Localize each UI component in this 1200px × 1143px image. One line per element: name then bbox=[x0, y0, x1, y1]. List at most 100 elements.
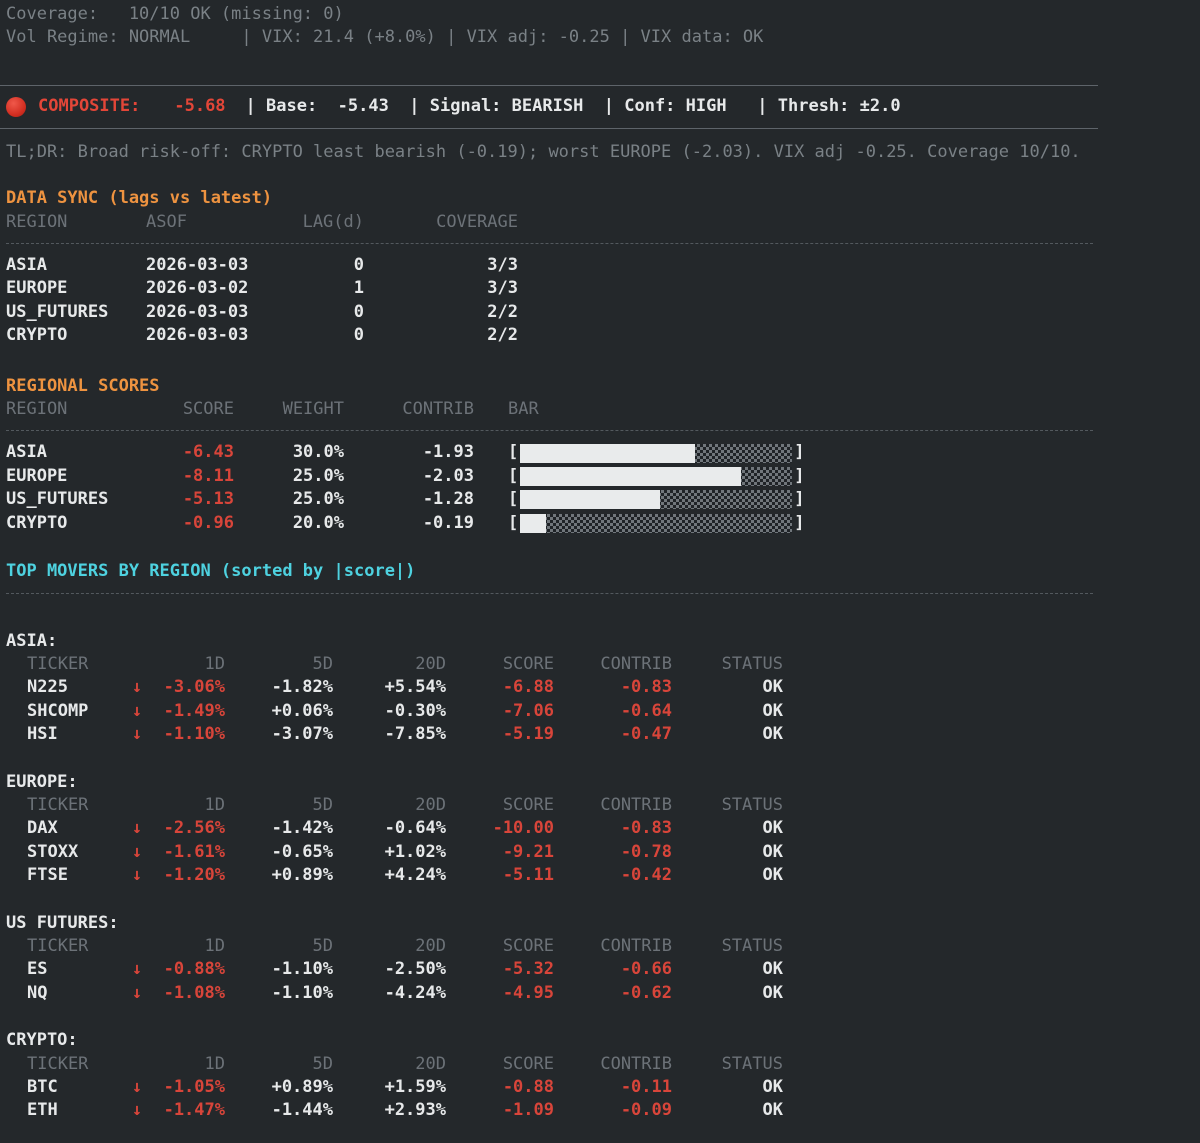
status-cell: OK bbox=[762, 982, 783, 1003]
d1-cell: -1.10% bbox=[163, 724, 225, 745]
asof-cell: 2026-03-02 bbox=[146, 278, 249, 299]
top-movers-section: TOP MOVERS BY REGION (sorted by |score|)… bbox=[0, 560, 1200, 1123]
col-score: SCORE bbox=[502, 794, 554, 815]
col-status: STATUS bbox=[721, 794, 783, 815]
regional-scores-title: REGIONAL SCORES bbox=[6, 375, 160, 396]
contrib-cell: -0.83 bbox=[620, 818, 672, 839]
bar-fill bbox=[520, 443, 696, 463]
score-cell: -10.00 bbox=[492, 818, 554, 839]
bar-open-bracket: [ bbox=[508, 512, 519, 533]
table-row: ETH ↓ -1.47% -1.44% +2.93% -1.09 -0.09 O… bbox=[27, 1099, 1200, 1122]
movers-header-row: TICKER 1D 5D 20D SCORE CONTRIB STATUS bbox=[27, 653, 1200, 676]
movers-header-row: TICKER 1D 5D 20D SCORE CONTRIB STATUS bbox=[27, 1053, 1200, 1076]
region-block-asia: ASIA: TICKER 1D 5D 20D SCORE CONTRIB STA… bbox=[6, 630, 1200, 747]
col-status: STATUS bbox=[721, 1053, 783, 1074]
contrib-cell: -1.93 bbox=[422, 442, 474, 463]
asof-cell: 2026-03-03 bbox=[146, 301, 249, 322]
col-contrib: CONTRIB bbox=[600, 653, 672, 674]
contrib-cell: -0.78 bbox=[620, 841, 672, 862]
d5-cell: -1.10% bbox=[271, 959, 333, 980]
col-1d: 1D bbox=[204, 1053, 225, 1074]
d1-cell: -1.47% bbox=[163, 1100, 225, 1121]
bar-close-bracket: ] bbox=[794, 465, 805, 486]
col-5d: 5D bbox=[312, 935, 333, 956]
lag-cell: 1 bbox=[353, 278, 364, 299]
score-cell: -5.11 bbox=[502, 865, 554, 886]
dashed-separator bbox=[6, 430, 1093, 432]
col-score: SCORE bbox=[502, 935, 554, 956]
table-row: CRYPTO -0.96 20.0% -0.19 [ ] bbox=[6, 512, 1200, 535]
bar-close-bracket: ] bbox=[794, 442, 805, 463]
dashed-separator bbox=[6, 243, 1093, 245]
table-row: SHCOMP ↓ -1.49% +0.06% -0.30% -7.06 -0.6… bbox=[27, 700, 1200, 723]
col-5d: 5D bbox=[312, 1053, 333, 1074]
col-contrib: CONTRIB bbox=[402, 399, 474, 420]
score-cell: -6.43 bbox=[182, 442, 234, 463]
status-cell: OK bbox=[762, 818, 783, 839]
status-cell: OK bbox=[762, 865, 783, 886]
col-20d: 20D bbox=[415, 653, 446, 674]
top-movers-title: TOP MOVERS BY REGION (sorted by |score|) bbox=[6, 561, 416, 582]
down-arrow-icon: ↓ bbox=[131, 677, 143, 698]
contrib-cell: -0.64 bbox=[620, 700, 672, 721]
divider-bottom bbox=[0, 127, 1098, 129]
bar-open-bracket: [ bbox=[508, 465, 519, 486]
red-circle-icon bbox=[6, 96, 26, 117]
lag-cell: 0 bbox=[353, 255, 364, 276]
table-row: EUROPE -8.11 25.0% -2.03 [ ] bbox=[6, 465, 1200, 488]
dashed-separator bbox=[6, 592, 1093, 594]
bar-track bbox=[520, 443, 793, 463]
score-cell: -5.13 bbox=[182, 489, 234, 510]
contrib-cell: -0.83 bbox=[620, 677, 672, 698]
col-region: REGION bbox=[6, 211, 68, 232]
col-20d: 20D bbox=[415, 1053, 446, 1074]
d1-cell: -0.88% bbox=[163, 959, 225, 980]
region-cell: US_FUTURES bbox=[6, 489, 109, 510]
score-cell: -0.88 bbox=[502, 1077, 554, 1097]
region-cell: CRYPTO bbox=[6, 325, 68, 346]
contrib-cell: -0.62 bbox=[620, 982, 672, 1003]
bar-open-bracket: [ bbox=[508, 442, 519, 463]
status-cell: OK bbox=[762, 724, 783, 745]
d20-cell: -7.85% bbox=[384, 724, 446, 745]
composite-value: -5.68 bbox=[174, 96, 226, 117]
score-bar: [ ] bbox=[474, 465, 1200, 488]
col-lag: LAG(d) bbox=[302, 211, 364, 232]
col-score: SCORE bbox=[502, 1053, 554, 1074]
region-cell: CRYPTO bbox=[6, 512, 68, 533]
lag-cell: 0 bbox=[353, 301, 364, 322]
d5-cell: -1.10% bbox=[271, 982, 333, 1003]
data-sync-header-row: REGION ASOF LAG(d) COVERAGE bbox=[6, 211, 1200, 234]
col-ticker: TICKER bbox=[27, 794, 89, 815]
ticker-cell: SHCOMP bbox=[27, 700, 89, 721]
table-row: DAX ↓ -2.56% -1.42% -0.64% -10.00 -0.83 … bbox=[27, 817, 1200, 840]
region-block-us-futures: US FUTURES: TICKER 1D 5D 20D SCORE CONTR… bbox=[6, 912, 1200, 1006]
col-region: REGION bbox=[6, 399, 68, 420]
composite-details: | Base: -5.43 | Signal: BEARISH | Conf: … bbox=[245, 96, 901, 117]
contrib-cell: -0.19 bbox=[422, 512, 474, 533]
coverage-header: Coverage: 10/10 OK (missing: 0) Vol Regi… bbox=[0, 0, 1200, 50]
d5-cell: -1.82% bbox=[271, 677, 333, 698]
d5-cell: -0.65% bbox=[271, 841, 333, 862]
down-arrow-icon: ↓ bbox=[131, 841, 143, 862]
down-arrow-icon: ↓ bbox=[131, 818, 143, 839]
d1-cell: -1.49% bbox=[163, 700, 225, 721]
region-cell: EUROPE bbox=[6, 465, 68, 486]
table-row: CRYPTO 2026-03-03 0 2/2 bbox=[6, 324, 1200, 347]
col-5d: 5D bbox=[312, 794, 333, 815]
data-sync-title: DATA SYNC (lags vs latest) bbox=[6, 188, 273, 209]
score-cell: -5.32 bbox=[502, 959, 554, 980]
d5-cell: -1.42% bbox=[271, 818, 333, 839]
movers-header-row: TICKER 1D 5D 20D SCORE CONTRIB STATUS bbox=[27, 794, 1200, 817]
table-row: FTSE ↓ -1.20% +0.89% +4.24% -5.11 -0.42 … bbox=[27, 864, 1200, 887]
d1-cell: -1.08% bbox=[163, 982, 225, 1003]
composite-label: COMPOSITE: bbox=[38, 96, 141, 117]
col-contrib: CONTRIB bbox=[600, 1053, 672, 1074]
coverage-cell: 2/2 bbox=[487, 325, 518, 346]
down-arrow-icon: ↓ bbox=[131, 959, 143, 980]
status-cell: OK bbox=[762, 677, 783, 698]
contrib-cell: -0.42 bbox=[620, 865, 672, 886]
table-row: US_FUTURES 2026-03-03 0 2/2 bbox=[6, 301, 1200, 324]
weight-cell: 30.0% bbox=[292, 442, 344, 463]
score-cell: -1.09 bbox=[502, 1100, 554, 1121]
